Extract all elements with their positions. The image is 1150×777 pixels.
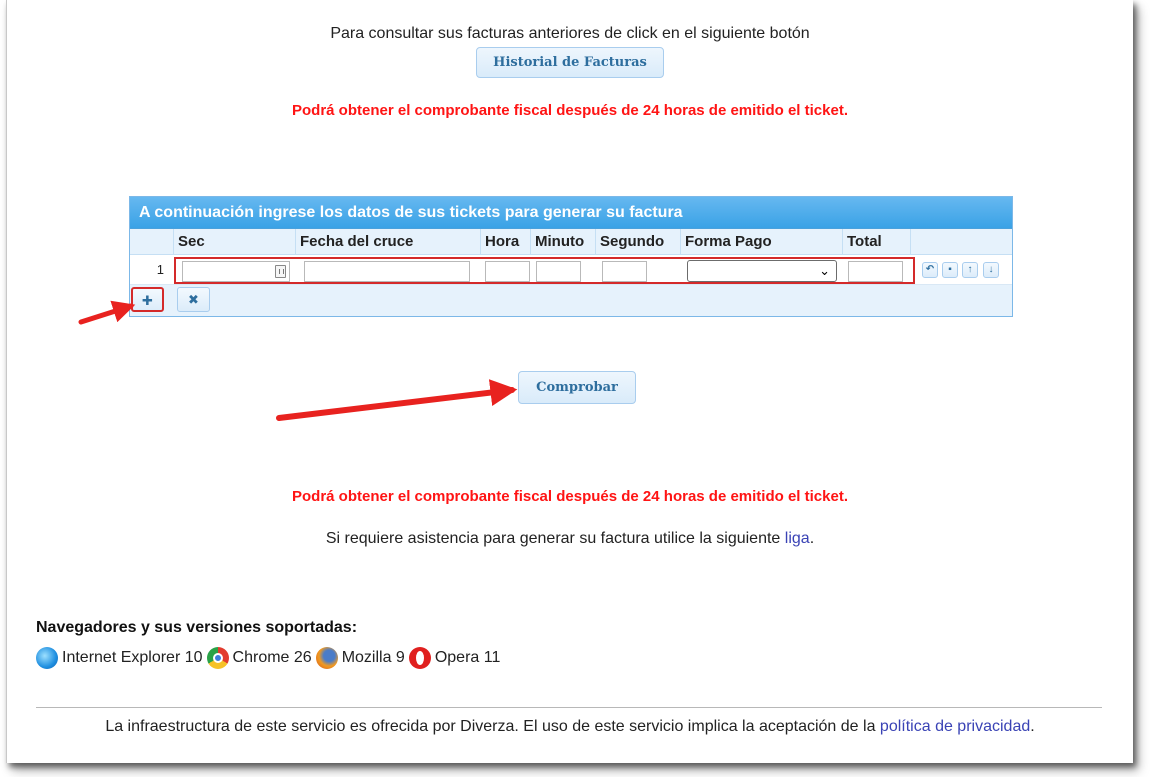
tickets-grid: A continuación ingrese los datos de sus …: [129, 196, 1013, 317]
chevron-down-icon: ⌄: [819, 263, 830, 278]
assist-prefix: Si requiere asistencia para generar su f…: [325, 530, 781, 547]
header-total[interactable]: Total: [843, 229, 911, 255]
browser-name: Chrome 26: [232, 649, 312, 666]
privacy-policy-link[interactable]: política de privacidad: [880, 718, 1030, 735]
header-minuto[interactable]: Minuto: [531, 229, 596, 255]
table-row: 1 ⌄ ↶ ▪ ↑ ↓: [130, 255, 1012, 285]
total-input[interactable]: [848, 261, 903, 282]
header-hora[interactable]: Hora: [481, 229, 531, 255]
browser-name: Opera 11: [434, 649, 501, 666]
page-frame: Para consultar sus facturas anteriores d…: [6, 0, 1133, 763]
header-fecha[interactable]: Fecha del cruce: [296, 229, 481, 255]
browsers-title: Navegadores y sus versiones soportadas:: [36, 619, 358, 636]
segundo-input[interactable]: [602, 261, 647, 282]
browser-name: Mozilla 9: [341, 649, 405, 666]
comprobar-button[interactable]: Comprobar: [518, 371, 636, 404]
arrow-to-comprobar-button: [276, 379, 518, 421]
header-actions: [911, 229, 1012, 255]
warning-text-top: Podrá obtener el comprobante fiscal desp…: [292, 102, 848, 119]
browsers-list: Internet Explorer 10 Chrome 26 Mozilla 9…: [36, 645, 504, 671]
arrow-up-icon[interactable]: ↑: [962, 262, 978, 278]
trash-icon[interactable]: ▪: [942, 262, 958, 278]
sec-input[interactable]: [182, 261, 290, 282]
footer-text: La infraestructura de este servicio es o…: [7, 718, 1133, 736]
assist-link[interactable]: liga: [785, 530, 810, 547]
fecha-input[interactable]: [304, 261, 470, 282]
header-rownum: [130, 229, 174, 255]
historial-facturas-button[interactable]: Historial de Facturas: [476, 47, 664, 78]
opera-icon: [408, 647, 431, 669]
plus-icon[interactable]: ✚: [131, 287, 164, 312]
assist-suffix: .: [809, 530, 815, 547]
footer-suffix: .: [1030, 718, 1035, 735]
footer-divider: [36, 707, 1102, 708]
hora-input[interactable]: [485, 261, 530, 282]
header-segundo[interactable]: Segundo: [596, 229, 681, 255]
minuto-input[interactable]: [536, 261, 581, 282]
forma-pago-select[interactable]: ⌄: [687, 260, 837, 282]
assist-text: Si requiere asistencia para generar su f…: [7, 530, 1133, 548]
x-icon[interactable]: ✖: [177, 287, 210, 312]
chrome-icon: [206, 647, 229, 669]
row-number: 1: [156, 262, 164, 277]
firefox-icon: [315, 647, 338, 669]
grid-header: Sec Fecha del cruce Hora Minuto Segundo …: [130, 229, 1012, 255]
arrow-to-add-button: [78, 300, 136, 325]
calendar-icon[interactable]: [275, 265, 286, 278]
internet-explorer-icon: [36, 647, 58, 669]
browser-name: Internet Explorer 10: [62, 649, 203, 666]
arrow-down-icon[interactable]: ↓: [983, 262, 999, 278]
grid-pager: ✚ ✖: [130, 285, 1012, 316]
grid-caption: A continuación ingrese los datos de sus …: [130, 197, 1012, 229]
warning-text-bottom: Podrá obtener el comprobante fiscal desp…: [292, 488, 848, 505]
undo-icon[interactable]: ↶: [922, 262, 938, 278]
intro-text: Para consultar sus facturas anteriores d…: [330, 25, 810, 42]
header-forma-pago[interactable]: Forma Pago: [681, 229, 843, 255]
header-sec[interactable]: Sec: [174, 229, 296, 255]
footer-main: La infraestructura de este servicio es o…: [105, 718, 876, 735]
